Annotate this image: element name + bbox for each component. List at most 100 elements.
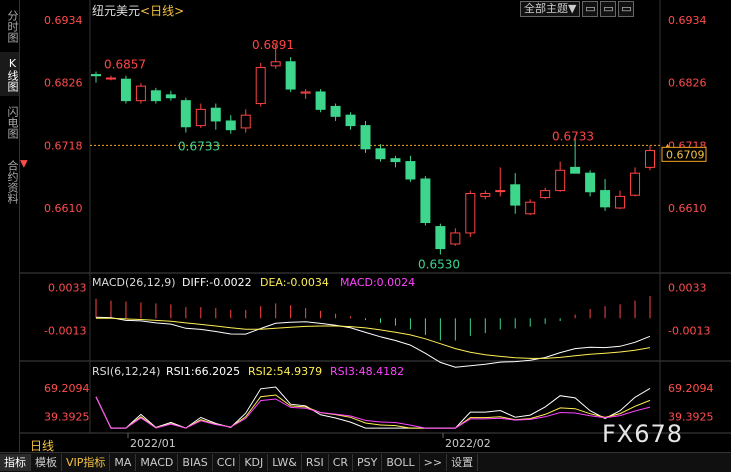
tab-cr[interactable]: CR [329,454,354,471]
candle-body [240,114,251,129]
macd-tick-left: 0.0033 [48,282,87,295]
down-arrow-icon: ▼ [20,158,28,169]
indicator-tabbar: 指标 模板 VIP指标 MA MACD BIAS CCI KDJ LW& RSI… [0,452,731,472]
candle-body [555,169,566,192]
candle-body [330,105,341,117]
price-tick-right: 0.6826 [668,77,707,90]
tab-boll[interactable]: BOLL [382,454,420,471]
candle-body [495,190,506,193]
candle-body [270,61,281,67]
tab-bias[interactable]: BIAS [178,454,213,471]
price-tick-right: 0.6934 [668,14,707,27]
candle-body [255,67,266,105]
candle-body [375,148,386,160]
candle-body [180,100,191,128]
candle-body [480,192,491,197]
tab-cci[interactable]: CCI [213,454,241,471]
macd-value: MACD:0.0024 [340,276,415,289]
date-label-jan: 2022/01 [130,437,176,450]
candle-body [315,91,326,110]
high-annotation: 0.6733 [552,130,594,144]
candle-body [91,74,101,77]
rsi-tick-left: 69.2094 [44,382,90,395]
candle-body [450,232,461,245]
layout-button-2[interactable]: ▭ [600,1,617,17]
rsi-2: RSI2:54.9379 [248,365,322,378]
tab-settings[interactable]: 设置 [447,454,479,471]
price-tick-left: 0.6934 [44,14,83,27]
current-price-value: 0.6709 [666,148,705,161]
tab-indicator[interactable]: 指标 [0,454,31,471]
price-tick-left: 0.6610 [44,202,83,215]
layout-button-3[interactable]: ▭ [618,1,635,17]
side-tab-flash[interactable]: 闪电图 [0,100,19,144]
candle-body [120,78,131,102]
candle-body [630,172,641,196]
candle-body [165,94,176,99]
macd-label: MACD(26,12,9) [92,276,176,289]
period-indicator[interactable]: <日线> [140,4,184,18]
rsi-1: RSI1:66.2025 [166,365,240,378]
price-tick-left: 0.6826 [44,77,83,90]
chart-canvas[interactable]: 0.6934 0.69340.6826 0.68260.6718 0.67180.66… [0,0,731,452]
tab-kdj[interactable]: KDJ [240,454,269,471]
candle-body [585,172,596,193]
candle-body [465,192,476,234]
side-tab-contract[interactable]: 合约资料 [0,150,19,214]
tab-lw[interactable]: LW& [268,454,302,471]
candle-body [420,178,431,224]
candle-body [300,91,311,94]
date-label-feb: 2022/02 [445,437,491,450]
macd-dea: DEA:-0.0034 [260,276,329,289]
macd-dea-line [96,317,651,359]
candle-body [510,184,521,206]
tab-vip-indicator[interactable]: VIP指标 [62,454,111,471]
tab-psy[interactable]: PSY [353,454,383,471]
rsi-tick-right: 69.2094 [668,382,714,395]
candle-body [135,85,146,102]
candle-body [210,107,221,122]
rsi-1-line [95,386,651,429]
high-annotation: 0.6857 [104,58,146,72]
side-tabs: 分时图 K线图 闪电图 合约资料 [0,0,20,452]
candle-body [285,61,296,90]
macd-tick-right: 0.0033 [668,282,707,295]
candle-body [360,125,371,150]
candle-body [435,226,446,250]
tab-rsi[interactable]: RSI [302,454,329,471]
candle-body [615,195,626,209]
high-annotation: 0.6891 [252,38,294,52]
candle-body [600,190,611,208]
macd-tick-left: -0.0013 [44,324,86,337]
rsi-3: RSI3:48.4182 [330,365,404,378]
rsi-label: RSI(6,12,24) [92,365,160,378]
candle-body [645,150,655,168]
candle-body [195,108,206,127]
tab-ma[interactable]: MA [110,454,137,471]
tab-template[interactable]: 模板 [31,454,62,471]
candle-body [390,158,401,163]
tab-macd[interactable]: MACD [136,454,179,471]
price-tick-right: 0.6610 [668,202,707,215]
candle-body [225,120,236,131]
side-tab-timeshare[interactable]: 分时图 [0,4,19,48]
candle-body [345,114,356,127]
watermark-logo: FX678 [602,420,684,448]
symbol-name: 纽元美元 [92,4,141,18]
candle-body [405,161,416,180]
low-annotation: 0.6530 [418,257,460,271]
candle-body [540,190,551,199]
candle-body [525,201,536,215]
tab-more[interactable]: >> [420,454,448,471]
side-tab-kline[interactable]: K线图 [0,52,19,96]
chart-header: 纽元美元<日线> [92,2,184,19]
macd-tick-right: -0.0013 [668,324,710,337]
price-tick-left: 0.6718 [44,139,83,152]
macd-diff-line [95,316,651,368]
candle-body [105,77,116,80]
macd-diff: DIFF:-0.0022 [182,276,252,289]
rsi-tick-left: 39.3925 [44,410,90,423]
theme-select[interactable]: 全部主题▼ [520,1,581,17]
layout-button-1[interactable]: ▭ [582,1,599,17]
rsi-2-line [95,394,651,429]
